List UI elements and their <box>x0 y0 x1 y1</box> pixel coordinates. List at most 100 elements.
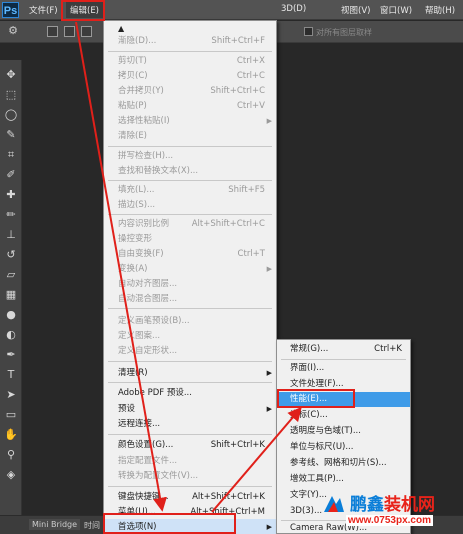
submenu-item-units-rulers[interactable]: 单位与标尺(U)... <box>277 440 410 455</box>
annotation-box-edit-menu <box>61 0 105 21</box>
3d-tool-icon[interactable]: ◈ <box>4 468 18 482</box>
sample-all-layers-checkbox[interactable] <box>304 27 313 36</box>
menu-item-shortcut: Shift+Ctrl+C <box>210 86 265 96</box>
menu-file[interactable]: 文件(F) <box>29 4 58 16</box>
menu-item-label: 增效工具(P)... <box>290 474 344 484</box>
menu-item-transform[interactable]: 变换(A) ▶ <box>104 261 276 277</box>
gradient-tool-icon[interactable]: ▦ <box>4 288 18 302</box>
watermark-title: 鹏鑫装机网 <box>350 490 435 515</box>
menu-item-label: 界面(I)... <box>290 363 325 373</box>
menu-item-shortcut: Ctrl+X <box>236 56 265 66</box>
submenu-item-general[interactable]: 常规(G)... Ctrl+K <box>277 342 410 357</box>
menu-scroll-up-icon[interactable]: ▲ <box>118 24 124 33</box>
watermark-logo-icon <box>324 496 344 512</box>
menu-item-label: 自动对齐图层... <box>118 279 178 289</box>
menu-item-label: 常规(G)... <box>290 344 329 354</box>
menu-window[interactable]: 窗口(W) <box>380 4 412 16</box>
menu-item-label: 定义自定形状... <box>118 346 178 356</box>
menu-item-auto-align-layers[interactable]: 自动对齐图层... <box>104 276 276 292</box>
menu-item-fade[interactable]: 渐隐(D)... Shift+Ctrl+F <box>104 33 276 49</box>
menu-item-label: 操控变形 <box>118 234 153 244</box>
menu-item-adobe-pdf-presets[interactable]: Adobe PDF 预设... <box>104 385 276 401</box>
history-brush-tool-icon[interactable]: ↺ <box>4 248 18 262</box>
menu-item-find-replace[interactable]: 查找和替换文本(X)... <box>104 163 276 179</box>
menu-item-clear[interactable]: 清除(E) <box>104 128 276 144</box>
path-select-tool-icon[interactable]: ➤ <box>4 388 18 402</box>
menu-item-copy[interactable]: 拷贝(C) Ctrl+C <box>104 68 276 84</box>
blur-tool-icon[interactable]: ● <box>4 308 18 322</box>
menu-item-define-pattern[interactable]: 定义图案... <box>104 328 276 344</box>
menu-item-purge[interactable]: 清理(R) ▶ <box>104 365 276 381</box>
menu-item-label: 远程连接... <box>118 419 161 429</box>
menu-separator <box>108 486 272 487</box>
annotation-box-preferences <box>103 513 236 534</box>
shape-tool-icon[interactable]: ▭ <box>4 408 18 422</box>
add-selection-icon[interactable] <box>64 26 75 37</box>
menu-item-shortcut: Ctrl+C <box>236 71 265 81</box>
new-selection-icon[interactable] <box>47 26 58 37</box>
healing-tool-icon[interactable]: ✚ <box>4 188 18 202</box>
submenu-item-guides-grid-slices[interactable]: 参考线、网格和切片(S)... <box>277 456 410 471</box>
menu-item-auto-blend-layers[interactable]: 自动混合图层... <box>104 291 276 307</box>
menu-item-label: 定义图案... <box>118 331 161 341</box>
menu-item-spell-check[interactable]: 拼写检查(H)... <box>104 148 276 164</box>
menu-3d[interactable]: 3D(D) <box>281 4 306 14</box>
brush-tool-icon[interactable]: ✏ <box>4 208 18 222</box>
menu-item-color-settings[interactable]: 颜色设置(G)... Shift+Ctrl+K <box>104 437 276 453</box>
menu-item-free-transform[interactable]: 自由变换(F) Ctrl+T <box>104 246 276 262</box>
type-tool-icon[interactable]: T <box>4 368 18 382</box>
menu-view[interactable]: 视图(V) <box>341 4 370 16</box>
eraser-tool-icon[interactable]: ▱ <box>4 268 18 282</box>
submenu-item-interface[interactable]: 界面(I)... <box>277 361 410 376</box>
menu-item-content-aware-scale[interactable]: 内容识别比例 Alt+Shift+Ctrl+C <box>104 216 276 232</box>
menu-help[interactable]: 帮助(H) <box>425 4 455 16</box>
move-tool-icon[interactable]: ✥ <box>4 68 18 82</box>
eyedropper-tool-icon[interactable]: ✐ <box>4 168 18 182</box>
dodge-tool-icon[interactable]: ◐ <box>4 328 18 342</box>
submenu-item-cursors[interactable]: 光标(C)... <box>277 408 410 423</box>
menu-item-label: 拼写检查(H)... <box>118 151 174 161</box>
hand-tool-icon[interactable]: ✋ <box>4 428 18 442</box>
menu-item-paste-special[interactable]: 选择性粘贴(I) ▶ <box>104 113 276 129</box>
menu-item-convert-to-profile[interactable]: 转换为配置文件(V)... <box>104 468 276 484</box>
menu-item-copy-merged[interactable]: 合并拷贝(Y) Shift+Ctrl+C <box>104 83 276 99</box>
subtract-selection-icon[interactable] <box>81 26 92 37</box>
sample-all-layers-label: 对所有图层取样 <box>316 28 372 37</box>
menu-item-remote-connections[interactable]: 远程连接... <box>104 416 276 432</box>
menu-item-fill[interactable]: 填充(L)... Shift+F5 <box>104 182 276 198</box>
menu-separator <box>108 382 272 383</box>
clone-stamp-tool-icon[interactable]: ⊥ <box>4 228 18 242</box>
pen-tool-icon[interactable]: ✒ <box>4 348 18 362</box>
menu-item-presets[interactable]: 预设 ▶ <box>104 401 276 417</box>
submenu-item-plugins[interactable]: 增效工具(P)... <box>277 472 410 487</box>
menu-item-assign-profile[interactable]: 指定配置文件... <box>104 453 276 469</box>
crop-tool-icon[interactable]: ⌗ <box>4 148 18 162</box>
quick-select-tool-icon[interactable]: ✎ <box>4 128 18 142</box>
submenu-arrow-icon: ▶ <box>266 369 272 377</box>
menu-item-label: 自由变换(F) <box>118 249 164 259</box>
tool-preset-icon[interactable]: ⚙ <box>6 24 20 38</box>
menu-item-paste[interactable]: 粘贴(P) Ctrl+V <box>104 98 276 114</box>
zoom-tool-icon[interactable]: ⚲ <box>4 448 18 462</box>
tab-timeline[interactable]: 时间 <box>84 520 100 531</box>
edit-menu-dropdown: ▲ 渐隐(D)... Shift+Ctrl+F 剪切(T) Ctrl+X 拷贝(C)… <box>103 20 277 534</box>
menu-item-label: 定义画笔预设(B)... <box>118 316 190 326</box>
menu-item-define-custom-shape[interactable]: 定义自定形状... <box>104 343 276 359</box>
menu-item-cut[interactable]: 剪切(T) Ctrl+X <box>104 53 276 69</box>
menu-item-shortcut: Alt+Shift+Ctrl+K <box>192 492 265 502</box>
menu-item-stroke[interactable]: 描边(S)... <box>104 197 276 213</box>
menu-item-label: 填充(L)... <box>118 185 155 195</box>
menu-item-keyboard-shortcuts[interactable]: 键盘快捷键... Alt+Shift+Ctrl+K <box>104 489 276 505</box>
menu-separator <box>108 434 272 435</box>
menu-item-label: 选择性粘贴(I) <box>118 116 170 126</box>
menu-item-label: 清除(E) <box>118 131 148 141</box>
submenu-arrow-icon: ▶ <box>266 523 272 531</box>
marquee-tool-icon[interactable]: ⬚ <box>4 88 18 102</box>
tab-mini-bridge[interactable]: Mini Bridge <box>29 519 81 530</box>
menu-item-puppet-warp[interactable]: 操控变形 <box>104 231 276 247</box>
menu-item-define-brush[interactable]: 定义画笔预设(B)... <box>104 313 276 329</box>
submenu-item-transparency-gamut[interactable]: 透明度与色域(T)... <box>277 424 410 439</box>
photoshop-logo: Ps <box>2 2 19 18</box>
watermark-url: www.0753px.com <box>346 515 433 526</box>
lasso-tool-icon[interactable]: ◯ <box>4 108 18 122</box>
